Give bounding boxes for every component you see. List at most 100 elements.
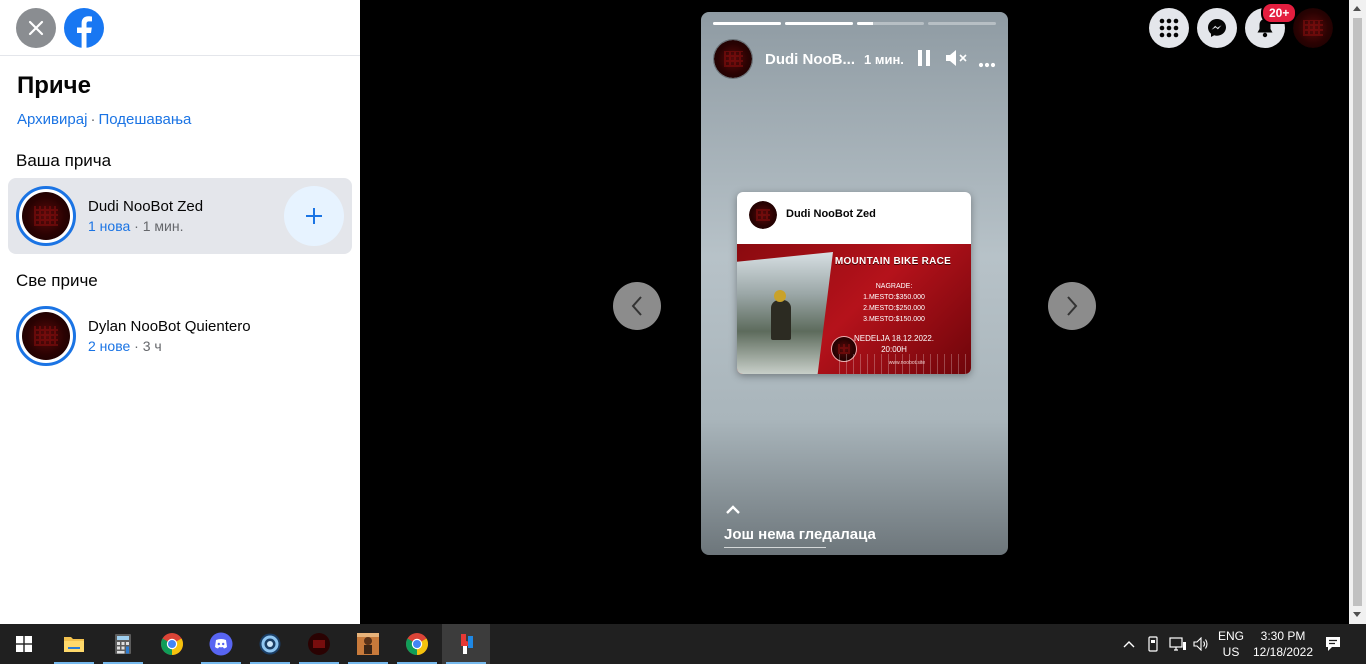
- account-avatar-button[interactable]: [1293, 8, 1333, 48]
- previous-story-button[interactable]: [613, 282, 661, 330]
- story-time: 1 мин.: [142, 218, 184, 234]
- taskbar-app[interactable]: [344, 624, 392, 664]
- avatar: [22, 312, 70, 360]
- page-title: Приче: [17, 72, 91, 99]
- notifications-button[interactable]: 20+: [1245, 2, 1298, 48]
- language-text: ENG US: [1218, 628, 1244, 660]
- chrome-icon: [406, 633, 428, 655]
- usb-drive-icon: [1148, 636, 1158, 652]
- avatar: [714, 40, 752, 78]
- taskbar-chrome[interactable]: [148, 624, 196, 664]
- chevron-up-icon: [1123, 641, 1135, 648]
- facebook-logo[interactable]: [64, 8, 104, 48]
- scroll-up-arrow-icon[interactable]: [1353, 6, 1361, 11]
- taskbar-app[interactable]: [246, 624, 294, 664]
- avatar: [749, 201, 777, 229]
- poster-title: MOUNTAIN BIKE RACE: [834, 256, 952, 267]
- progress-segment: [784, 22, 853, 25]
- progress-fill: [713, 22, 781, 25]
- chevron-right-icon: [1067, 296, 1078, 316]
- story-author-name: Dudi NooBot Zed: [88, 198, 204, 215]
- apps-grid-icon: [1159, 18, 1179, 38]
- language-indicator[interactable]: ENG US: [1214, 624, 1248, 664]
- taskbar-file-explorer[interactable]: [50, 624, 98, 664]
- add-story-button[interactable]: [284, 186, 344, 246]
- tray-usb-button[interactable]: [1143, 624, 1163, 664]
- story-progress: [713, 22, 996, 25]
- story-item[interactable]: Dylan NooBot Quientero 2 нове · 3 ч: [8, 298, 352, 374]
- clock[interactable]: 3:30 PM 12/18/2022: [1250, 624, 1316, 664]
- progress-fill: [784, 22, 853, 25]
- clock-text: 3:30 PM 12/18/2022: [1253, 628, 1313, 660]
- action-center-button[interactable]: [1318, 624, 1348, 664]
- chevron-left-icon: [631, 296, 642, 316]
- shared-post[interactable]: Dudi NooBot Zed MOUNTAIN BIKE RACE NAGRA…: [737, 192, 971, 374]
- menu-button[interactable]: [1149, 8, 1189, 48]
- tray-network-button[interactable]: [1166, 624, 1190, 664]
- more-options-button[interactable]: [978, 55, 996, 73]
- next-story-button[interactable]: [1048, 282, 1096, 330]
- red-dark-app-icon: [308, 633, 330, 655]
- speaker-icon: [1193, 637, 1208, 651]
- chrome-icon: [161, 633, 183, 655]
- story-header: Dudi NooB... 1 мин.: [713, 39, 1003, 79]
- meta-separator: ·: [134, 338, 139, 354]
- meta-separator: ·: [134, 218, 139, 234]
- clock-time: 3:30 PM: [1260, 629, 1306, 643]
- taskbar-discord[interactable]: [197, 624, 245, 664]
- viewers-underline: [724, 547, 826, 548]
- sidebar-links: Архивирај · Подешавања: [17, 111, 191, 128]
- viewers-label[interactable]: Још нема гледалаца: [724, 526, 876, 543]
- clock-date: 12/18/2022: [1252, 645, 1314, 659]
- new-count: 1 нова: [88, 218, 131, 234]
- taskbar-app[interactable]: [295, 624, 343, 664]
- post-header: Dudi NooBot Zed: [737, 192, 971, 244]
- scrollbar[interactable]: [1349, 0, 1366, 624]
- close-icon: [28, 20, 44, 36]
- story-time: 3 ч: [142, 338, 162, 354]
- tray-volume-button[interactable]: [1190, 624, 1212, 664]
- scroll-down-arrow-icon[interactable]: [1353, 612, 1361, 617]
- avatar: [1293, 8, 1333, 48]
- close-button[interactable]: [16, 8, 56, 48]
- progress-fill: [856, 22, 874, 25]
- avatar: [22, 192, 70, 240]
- chevron-up-icon[interactable]: [724, 504, 742, 516]
- event-poster: MOUNTAIN BIKE RACE NAGRADE: 1.MESTO:$350…: [737, 244, 971, 374]
- taskbar-chrome[interactable]: [393, 624, 441, 664]
- poster-text: NAGRADE:: [875, 283, 913, 290]
- poster-url: www.noobot.site: [888, 360, 926, 366]
- stories-sidebar: Приче Архивирај · Подешавања Ваша прича Du…: [0, 0, 360, 624]
- poster-text: 1.MESTO:$350.000: [863, 294, 925, 301]
- game-app-icon: [357, 633, 379, 655]
- language-code: ENG: [1217, 629, 1244, 643]
- show-hidden-icons-button[interactable]: [1118, 624, 1140, 664]
- story-meta: 1 нова · 1 мин.: [88, 218, 183, 234]
- sidebar-top-bar: [0, 0, 360, 56]
- archive-link[interactable]: Архивирај: [17, 111, 87, 128]
- story-author-name[interactable]: Dudi NooB...: [765, 51, 855, 68]
- story-meta: 2 нове · 3 ч: [88, 338, 162, 354]
- all-stories-heading: Све приче: [16, 271, 98, 290]
- notification-badge: 20+: [1261, 2, 1298, 24]
- taskbar-calculator[interactable]: [99, 624, 147, 664]
- pause-icon: [918, 50, 930, 66]
- story-author-avatar[interactable]: [713, 39, 753, 79]
- paint-brush-icon: [461, 634, 473, 654]
- taskbar-paint-app[interactable]: [442, 624, 490, 664]
- windows-icon: [16, 636, 32, 652]
- story-author-name: Dylan NooBot Quientero: [88, 318, 251, 335]
- pause-button[interactable]: [917, 49, 931, 72]
- start-button[interactable]: [0, 624, 48, 664]
- mute-button[interactable]: [945, 48, 969, 73]
- new-count: 2 нове: [88, 338, 131, 354]
- progress-segment: [856, 22, 925, 25]
- story-time: 1 мин.: [864, 52, 904, 67]
- bike-rider-image: [771, 290, 791, 340]
- scrollbar-thumb[interactable]: [1353, 18, 1362, 606]
- story-ring: [16, 186, 76, 246]
- messenger-button[interactable]: [1197, 8, 1237, 48]
- settings-link[interactable]: Подешавања: [98, 111, 191, 128]
- region-code: US: [1222, 645, 1240, 659]
- your-story-item[interactable]: Dudi NooBot Zed 1 нова · 1 мин.: [8, 178, 352, 254]
